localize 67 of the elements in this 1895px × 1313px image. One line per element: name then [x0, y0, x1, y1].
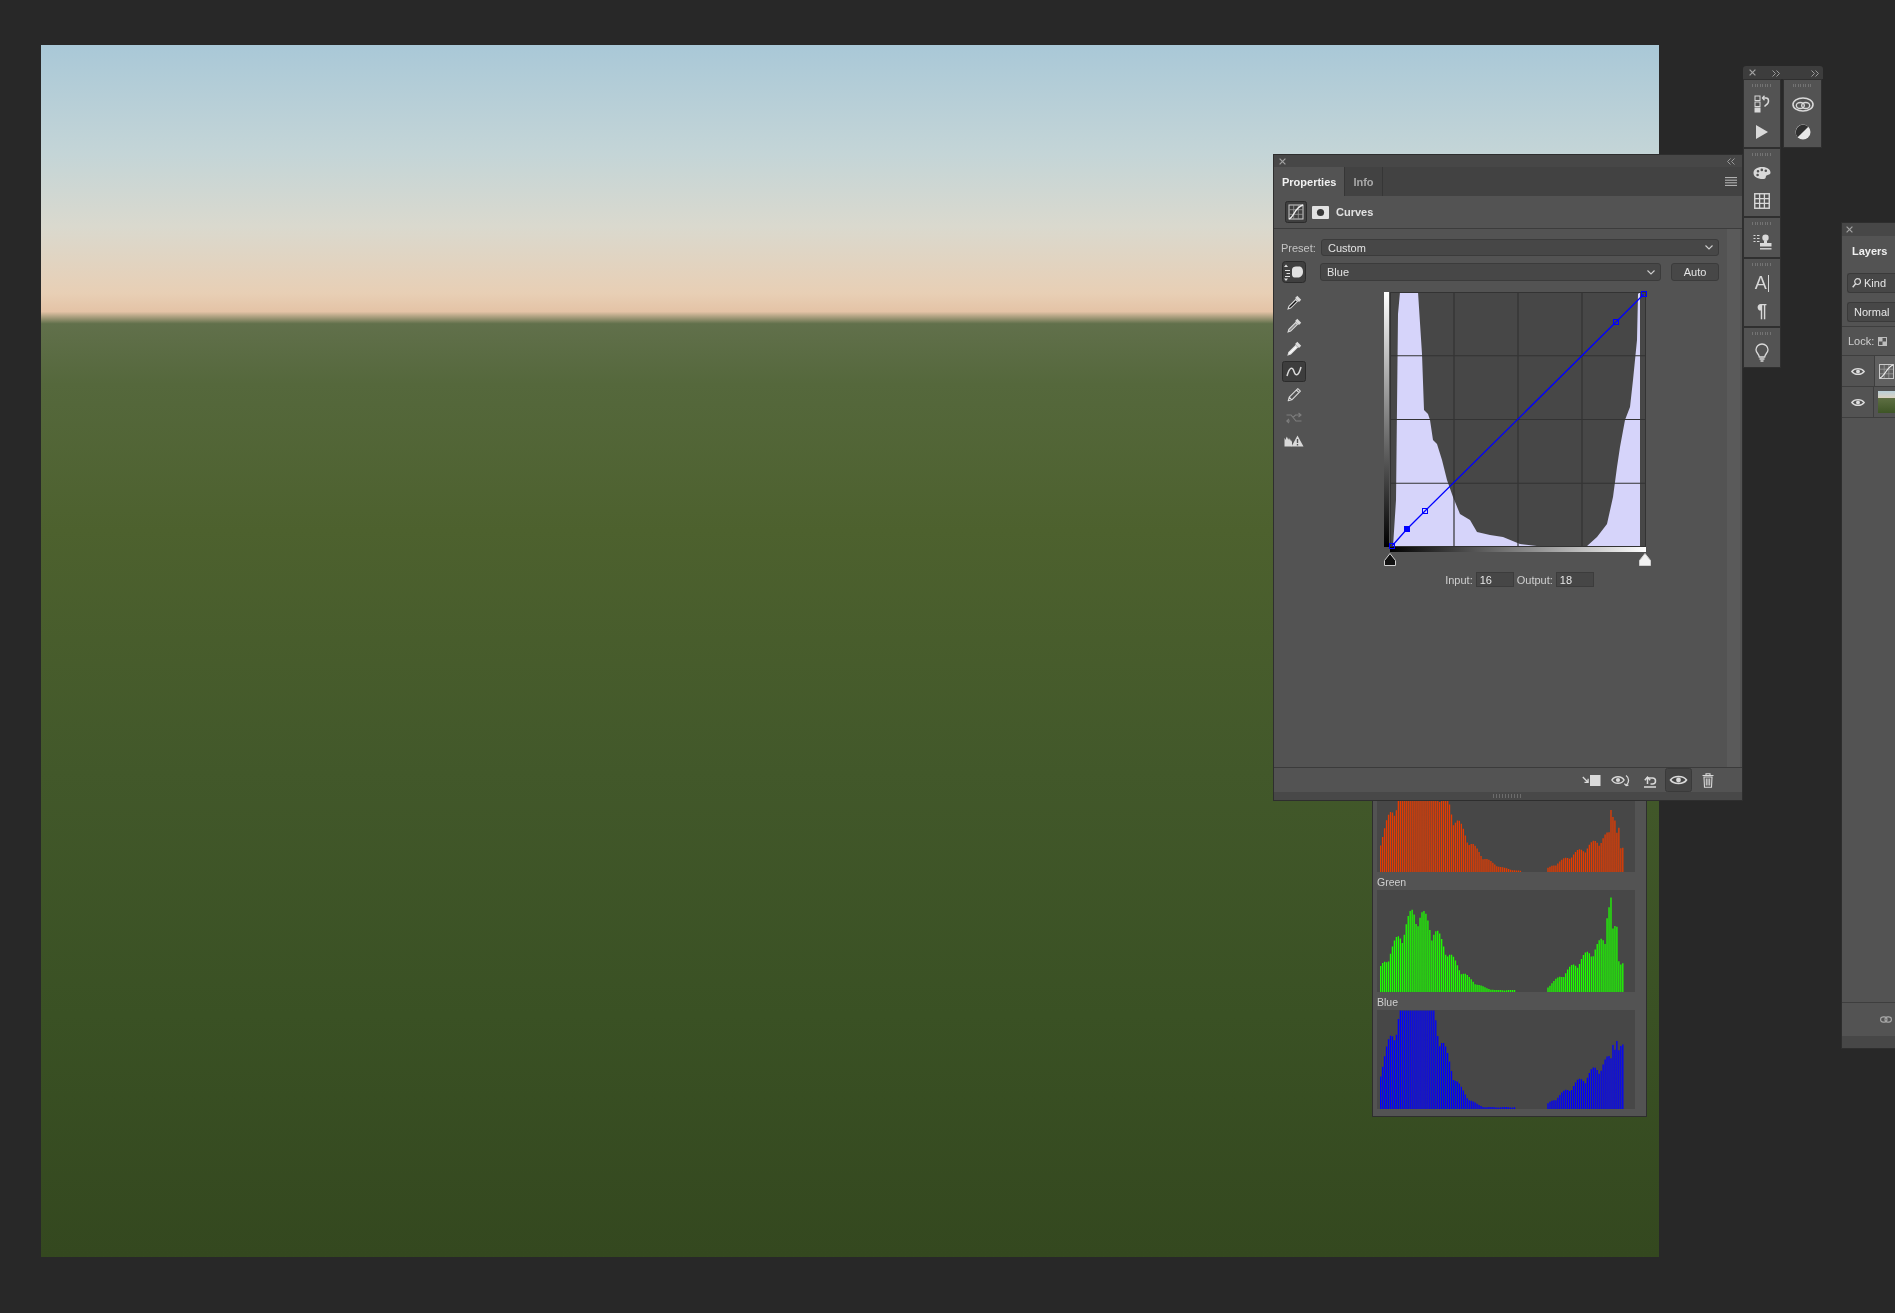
history-icon[interactable]	[1754, 95, 1770, 113]
pencil-icon[interactable]	[1286, 387, 1302, 402]
search-icon	[1852, 278, 1861, 288]
preset-label: Preset:	[1281, 241, 1317, 254]
input-field[interactable]: 16	[1475, 572, 1514, 587]
panel-tab[interactable]: Layers	[1842, 236, 1895, 265]
shadow-slider-handle[interactable]	[1384, 553, 1396, 566]
close-icon[interactable]	[1846, 226, 1853, 233]
palette-icon[interactable]	[1753, 166, 1771, 180]
play-icon[interactable]	[1755, 124, 1769, 140]
lightbulb-icon[interactable]	[1755, 342, 1769, 362]
drag-grip[interactable]	[1752, 331, 1772, 335]
chevron-down-icon	[1647, 269, 1655, 275]
eyedropper-icon[interactable]	[1286, 294, 1302, 311]
trash-icon[interactable]	[1701, 772, 1714, 788]
histogram-warning-icon[interactable]	[1284, 434, 1304, 447]
double-chevron-icon[interactable]	[1811, 69, 1819, 77]
grid-curve-icon	[1879, 363, 1894, 379]
blend-mode-dropdown[interactable]: Normal	[1847, 302, 1895, 322]
channel-dropdown[interactable]: Blue	[1320, 263, 1661, 281]
cloud-icon[interactable]	[1791, 96, 1814, 112]
lock-label: Lock:	[1848, 335, 1875, 347]
eyedropper-icon[interactable]	[1286, 317, 1302, 334]
layer-row[interactable]	[1875, 356, 1895, 386]
curve-point[interactable]	[1389, 543, 1395, 549]
text-cursor-icon	[1767, 274, 1770, 292]
stamp-icon[interactable]	[1752, 234, 1772, 250]
eyedropper-icon[interactable]	[1286, 340, 1302, 357]
close-icon[interactable]	[1279, 157, 1286, 165]
curve-point[interactable]	[1422, 508, 1428, 514]
output-label: Output:	[1516, 573, 1553, 586]
preset-dropdown[interactable]: Custom	[1321, 239, 1719, 256]
resize-grip[interactable]	[1274, 792, 1742, 800]
filter-kind-dropdown[interactable]: Kind	[1847, 273, 1895, 293]
panel-tab[interactable]: Properties	[1274, 167, 1346, 196]
drag-grip[interactable]	[1752, 152, 1772, 156]
scrollbar-track[interactable]	[1727, 229, 1740, 767]
adjustment-title: Curves	[1336, 206, 1374, 218]
chevron-down-icon	[1705, 245, 1713, 250]
highlight-slider-handle[interactable]	[1639, 553, 1651, 566]
link-icon[interactable]	[1880, 1016, 1892, 1023]
hand-icon[interactable]	[1282, 261, 1306, 283]
drag-grip[interactable]	[1792, 83, 1813, 87]
eye-arrow-icon[interactable]	[1611, 773, 1630, 787]
auto-button[interactable]: Auto	[1671, 263, 1719, 281]
checkerboard-icon[interactable]	[1878, 336, 1888, 346]
curves-grid-icon[interactable]	[1285, 201, 1307, 223]
drag-grip[interactable]	[1752, 221, 1772, 225]
channel-label: Blue	[1377, 995, 1398, 1010]
output-field[interactable]: 18	[1555, 572, 1594, 587]
arrow-square-icon[interactable]	[1582, 773, 1601, 787]
drag-grip[interactable]	[1752, 83, 1772, 87]
curve-icon[interactable]	[1282, 361, 1306, 382]
double-chevron-icon[interactable]	[1772, 69, 1780, 77]
half-circle-icon[interactable]	[1794, 124, 1811, 140]
character-button[interactable]: A	[1754, 274, 1770, 292]
photo-thumbnail	[1878, 391, 1895, 413]
mask-icon[interactable]	[1312, 205, 1329, 219]
paragraph-button[interactable]: ¶	[1757, 302, 1767, 320]
eye-icon[interactable]	[1665, 768, 1692, 792]
double-chevron-icon[interactable]	[1727, 157, 1735, 165]
drag-grip[interactable]	[1752, 262, 1772, 266]
input-label: Input:	[1445, 573, 1473, 586]
channel-label: Green	[1377, 875, 1407, 890]
menu-icon[interactable]	[1725, 177, 1737, 186]
close-icon[interactable]	[1749, 69, 1756, 76]
grid-icon[interactable]	[1754, 193, 1770, 209]
